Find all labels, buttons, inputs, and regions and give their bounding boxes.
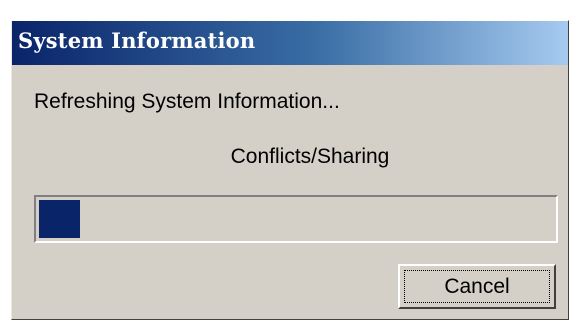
system-information-dialog: System Information Refreshing System Inf… <box>11 20 569 320</box>
cancel-button[interactable]: Cancel <box>398 264 556 309</box>
cancel-button-label: Cancel <box>404 270 550 303</box>
title-bar[interactable]: System Information <box>12 21 568 65</box>
status-message: Refreshing System Information... <box>34 90 340 113</box>
current-category-label: Conflicts/Sharing <box>230 145 390 168</box>
progress-bar <box>34 195 558 243</box>
window-title: System Information <box>18 28 256 53</box>
progress-bar-fill <box>39 200 80 238</box>
